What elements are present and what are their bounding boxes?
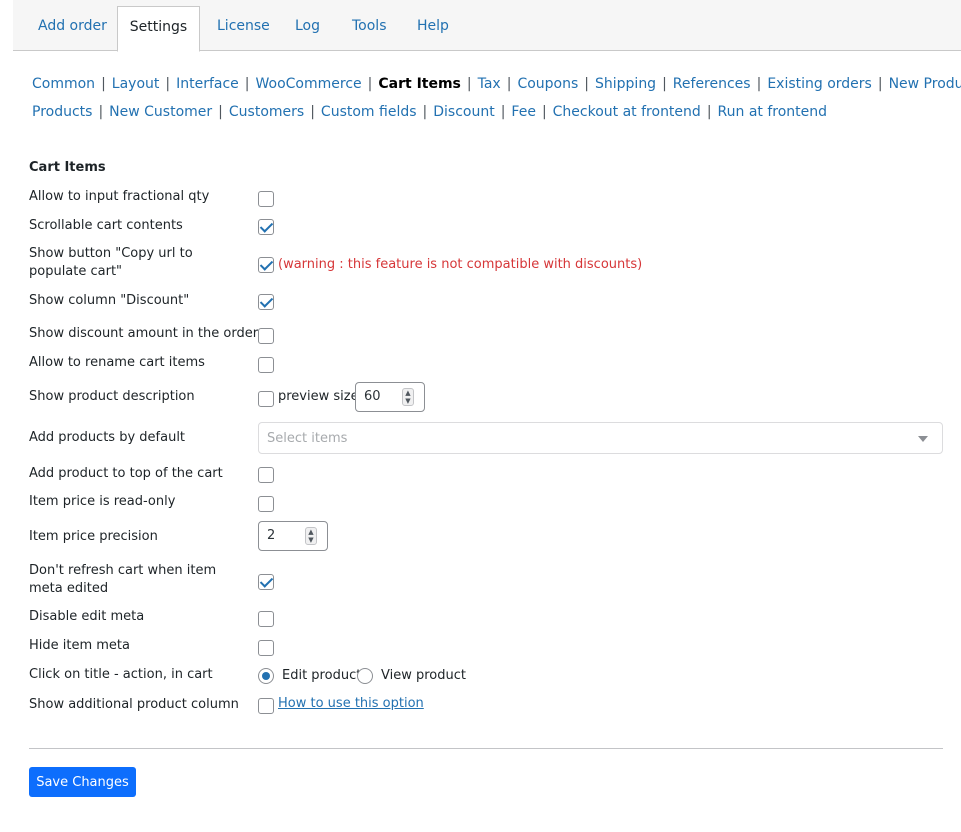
chevron-down-icon <box>918 436 928 442</box>
tab-settings[interactable]: Settings <box>117 6 200 52</box>
price-precision-input[interactable]: 2 ▲ ▼ <box>258 521 328 551</box>
add-products-default-label: Add products by default <box>29 430 186 445</box>
subnav-checkout-at-frontend[interactable]: Checkout at frontend <box>553 104 701 120</box>
edit-product-radio[interactable] <box>258 668 274 684</box>
subnav-separator: | <box>541 104 547 120</box>
subnav-separator: | <box>706 104 712 120</box>
subnav-fee[interactable]: Fee <box>511 104 536 120</box>
subnav-separator: | <box>756 76 762 92</box>
click-title-label: Click on title - action, in cart <box>29 667 213 682</box>
subnav-run-at-frontend[interactable]: Run at frontend <box>718 104 828 120</box>
subnav-separator: | <box>218 104 223 120</box>
fractional-qty-checkbox[interactable] <box>258 191 274 207</box>
subnav-cart-items[interactable]: Cart Items <box>378 76 461 92</box>
subnav-shipping[interactable]: Shipping <box>595 76 656 92</box>
save-changes-button[interactable]: Save Changes <box>29 767 136 797</box>
tab-help[interactable]: Help <box>417 6 449 51</box>
subnav-customers[interactable]: Customers <box>229 104 304 120</box>
subnav-row-2: Products | New Customer | Customers | Custom f… <box>32 98 932 126</box>
settings-subnav: Common | Layout | Interface | WooCommerce | Cart… <box>32 70 961 126</box>
price-readonly-label: Item price is read-only <box>29 494 176 509</box>
subnav-existing-orders[interactable]: Existing orders <box>767 76 872 92</box>
additional-column-label: Show additional product column <box>29 697 239 712</box>
hide-meta-checkbox[interactable] <box>258 640 274 656</box>
subnav-separator: | <box>584 76 589 92</box>
add-top-checkbox[interactable] <box>258 467 274 483</box>
subnav-separator: | <box>310 104 315 120</box>
add-top-label: Add product to top of the cart <box>29 466 223 481</box>
how-to-use-link[interactable]: How to use this option <box>278 696 424 711</box>
subnav-discount[interactable]: Discount <box>433 104 494 120</box>
hide-meta-label: Hide item meta <box>29 638 130 653</box>
no-refresh-label: Don't refresh cart when item meta edited <box>29 563 217 596</box>
spinner-arrows-icon[interactable]: ▲ ▼ <box>305 527 317 545</box>
subnav-new-customer[interactable]: New Customer <box>109 104 212 120</box>
subnav-separator: | <box>101 76 106 92</box>
subnav-products[interactable]: Products <box>32 104 92 120</box>
subnav-separator: | <box>98 104 104 120</box>
rename-items-checkbox[interactable] <box>258 357 274 373</box>
preview-size-input[interactable]: 60 ▲ ▼ <box>355 382 425 412</box>
add-products-select[interactable]: Select items <box>258 422 943 454</box>
no-refresh-checkbox[interactable] <box>258 574 274 590</box>
discount-amount-label: Show discount amount in the order <box>29 326 259 341</box>
product-description-checkbox[interactable] <box>258 391 274 407</box>
additional-column-checkbox[interactable] <box>258 698 274 714</box>
preview-size-label: preview size <box>278 389 359 404</box>
discount-column-checkbox[interactable] <box>258 294 274 310</box>
subnav-separator: | <box>506 76 512 92</box>
view-product-radio[interactable] <box>357 668 373 684</box>
subnav-separator: | <box>500 104 506 120</box>
tab-license[interactable]: License <box>217 6 270 51</box>
disable-meta-checkbox[interactable] <box>258 611 274 627</box>
product-description-label: Show product description <box>29 389 195 404</box>
subnav-separator: | <box>165 76 171 92</box>
section-title: Cart Items <box>29 160 106 175</box>
price-precision-label: Item price precision <box>29 529 158 544</box>
subnav-new-product[interactable]: New Product <box>889 76 961 92</box>
subnav-separator: | <box>422 104 428 120</box>
fractional-qty-label: Allow to input fractional qty <box>29 189 210 204</box>
copy-url-warning: (warning : this feature is not compatibl… <box>278 257 643 272</box>
preview-size-value: 60 <box>364 389 381 404</box>
subnav-interface[interactable]: Interface <box>176 76 239 92</box>
subnav-row-1: Common | Layout | Interface | WooCommerce | Cart… <box>32 70 961 98</box>
subnav-references[interactable]: References <box>673 76 751 92</box>
tab-tools[interactable]: Tools <box>352 6 387 51</box>
price-readonly-checkbox[interactable] <box>258 496 274 512</box>
copy-url-label: Show button "Copy url to populate cart" <box>29 246 193 279</box>
scrollable-cart-label: Scrollable cart contents <box>29 218 183 233</box>
scrollable-cart-checkbox[interactable] <box>258 219 274 235</box>
copy-url-checkbox[interactable] <box>258 257 274 273</box>
subnav-woocommerce[interactable]: WooCommerce <box>256 76 362 92</box>
discount-column-label: Show column "Discount" <box>29 293 190 308</box>
subnav-separator: | <box>367 76 373 92</box>
rename-items-label: Allow to rename cart items <box>29 355 205 370</box>
tab-log[interactable]: Log <box>295 6 320 51</box>
edit-product-label: Edit product <box>282 668 362 683</box>
select-placeholder: Select items <box>267 431 348 446</box>
subnav-separator: | <box>662 76 667 92</box>
main-tab-bar: Add order Settings License Log Tools Hel… <box>13 0 961 52</box>
price-precision-value: 2 <box>267 528 276 543</box>
subnav-separator: | <box>466 76 472 92</box>
subnav-tax[interactable]: Tax <box>478 76 501 92</box>
subnav-separator: | <box>244 76 250 92</box>
tab-add-order[interactable]: Add order <box>38 6 107 51</box>
subnav-coupons[interactable]: Coupons <box>517 76 578 92</box>
subnav-custom-fields[interactable]: Custom fields <box>321 104 417 120</box>
spinner-arrows-icon[interactable]: ▲ ▼ <box>402 388 414 406</box>
divider <box>29 748 943 749</box>
view-product-label: View product <box>381 668 466 683</box>
disable-meta-label: Disable edit meta <box>29 609 145 624</box>
subnav-separator: | <box>877 76 883 92</box>
subnav-layout[interactable]: Layout <box>112 76 160 92</box>
discount-amount-checkbox[interactable] <box>258 328 274 344</box>
subnav-common[interactable]: Common <box>32 76 95 92</box>
